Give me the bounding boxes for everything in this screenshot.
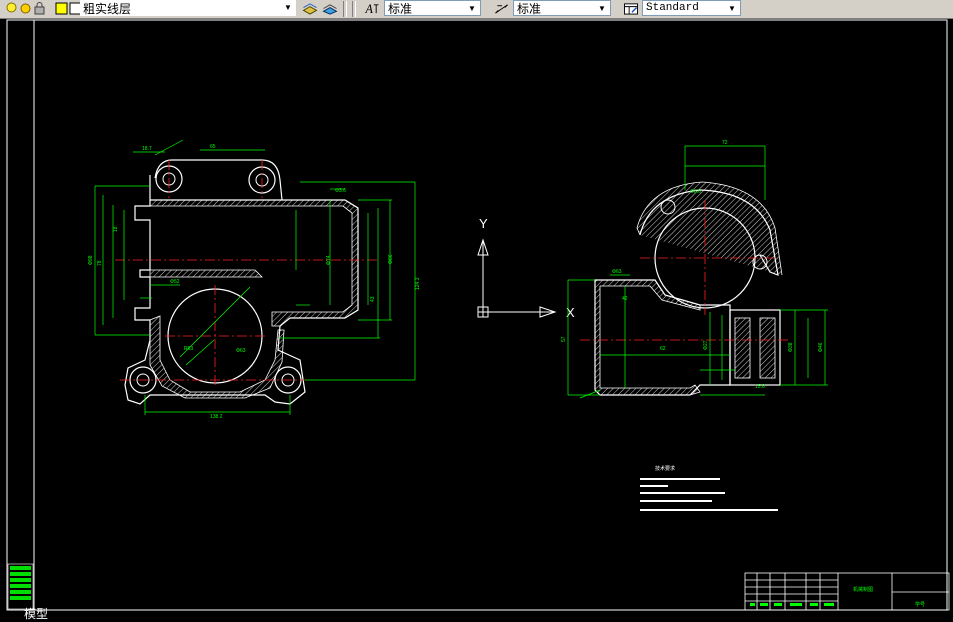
svg-text:18: 18 (113, 226, 119, 232)
sun-icon[interactable] (19, 2, 32, 15)
dimension-style-value: 标准 (517, 1, 542, 16)
svg-text:15.8: 15.8 (755, 384, 765, 390)
svg-text:Φ74: Φ74 (326, 255, 332, 265)
technical-notes: 技术要求 (640, 465, 778, 511)
table-style-value: Standard (646, 2, 699, 14)
title-block-unit: 学号 (915, 601, 925, 608)
svg-text:R63: R63 (184, 346, 193, 352)
svg-text:72: 72 (722, 140, 728, 146)
svg-text:18.7: 18.7 (142, 146, 152, 152)
svg-text:138.2: 138.2 (210, 414, 223, 420)
svg-text:Φ52: Φ52 (170, 279, 180, 285)
svg-text:57: 57 (561, 336, 567, 342)
dimension-style-icon[interactable] (494, 2, 510, 15)
ucs-y-label: Y (479, 216, 488, 231)
margin-stamp-block (7, 563, 34, 610)
text-style-value: 标准 (388, 1, 413, 16)
chevron-down-icon[interactable]: ▼ (726, 1, 738, 15)
layer-color-icon[interactable] (55, 2, 68, 15)
svg-text:Φ86: Φ86 (388, 254, 394, 264)
tab-model[interactable]: 模型 (24, 605, 48, 622)
notes-title: 技术要求 (655, 465, 675, 472)
title-block-name: 机械制图 (853, 586, 873, 593)
layer-toolbar: 粗实线层 ▼ A 标准 ▼ 标准 ▼ Standard ▼ (0, 0, 953, 19)
svg-text:Φ46: Φ46 (818, 342, 824, 352)
chevron-down-icon[interactable]: ▼ (596, 1, 608, 15)
text-style-dropdown[interactable]: 标准 ▼ (384, 0, 481, 16)
dimension-style-dropdown[interactable]: 标准 ▼ (513, 0, 611, 16)
svg-text:Φ63: Φ63 (612, 269, 622, 275)
side-section-view: 72 57 42 62 Φ27 Φ38 Φ46 15.8 Φ63 Φ8.6 (561, 140, 828, 399)
svg-text:42: 42 (622, 296, 628, 302)
svg-text:Φ3.6: Φ3.6 (335, 188, 346, 194)
layer-name: 粗实线层 (83, 1, 132, 16)
layer-lock-icon[interactable] (33, 2, 46, 15)
lightbulb-icon[interactable] (5, 2, 18, 15)
front-section-view: 18.7 65 Φ98 78 18 124.3 Φ86 Φ74 138.2 Φ52… (88, 139, 421, 420)
layer-dropdown[interactable]: 粗实线层 ▼ (80, 0, 296, 16)
make-layer-current-icon[interactable] (302, 2, 318, 15)
ucs-icon (477, 238, 557, 318)
svg-text:78: 78 (97, 260, 103, 266)
svg-text:124.3: 124.3 (415, 277, 421, 290)
table-style-dropdown[interactable]: Standard ▼ (642, 0, 741, 16)
table-style-icon[interactable] (623, 2, 639, 15)
drawing-canvas[interactable]: 18.7 65 Φ98 78 18 124.3 Φ86 Φ74 138.2 Φ52… (0, 19, 953, 615)
svg-text:Φ8.6: Φ8.6 (690, 189, 701, 195)
svg-text:62: 62 (660, 346, 666, 352)
svg-text:Φ63: Φ63 (236, 348, 246, 354)
layer-previous-icon[interactable] (322, 2, 338, 15)
svg-text:65: 65 (210, 144, 216, 150)
ucs-x-label: X (566, 305, 575, 320)
svg-text:Φ27: Φ27 (703, 340, 709, 350)
svg-text:Φ98: Φ98 (88, 255, 94, 265)
title-block-entries (750, 603, 834, 606)
svg-text:43: 43 (370, 296, 376, 302)
svg-text:Φ38: Φ38 (788, 342, 794, 352)
chevron-down-icon[interactable]: ▼ (466, 1, 478, 15)
drawing-frame (6, 19, 948, 611)
text-style-icon[interactable]: A (364, 2, 380, 15)
svg-text:A: A (365, 2, 374, 15)
chevron-down-icon[interactable]: ▼ (282, 0, 294, 14)
